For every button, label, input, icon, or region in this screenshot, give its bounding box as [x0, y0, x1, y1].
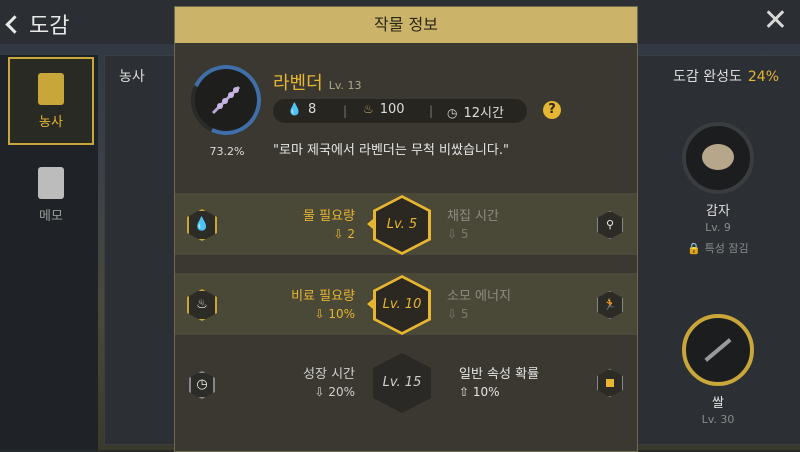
trait-value-text: 2: [347, 227, 355, 241]
trait-value-text: 20%: [328, 385, 355, 399]
back-button[interactable]: 도감: [5, 8, 70, 40]
trait-row-growth[interactable]: ◷ 성장 시간 ⇩ 20% Lv. 15 일반 속성 확률 ⇧ 10%: [175, 351, 637, 413]
fertilizer-stat: ♨ 100: [363, 102, 405, 117]
lock-text: 특성 잠김: [704, 242, 749, 255]
crop-card-potato[interactable]: 감자 Lv. 9 🔒 특성 잠김: [653, 122, 783, 256]
close-button[interactable]: ✕: [763, 6, 788, 36]
level-hex: Lv. 10: [373, 275, 431, 335]
trait-right-value-text: 10%: [472, 385, 500, 399]
panel-title: 농사: [119, 69, 145, 85]
trait-right-label: 채집 시간: [447, 209, 499, 224]
crop-level: Lv. 30: [701, 413, 735, 426]
grow-time-value: 12시간: [463, 106, 504, 121]
water-drop-icon: 💧: [287, 102, 302, 116]
trait-row-fertilizer[interactable]: ♨ 비료 필요량 ⇩ 10% Lv. 10 소모 에너지 ⇩ 5 🏃: [175, 273, 637, 335]
trait-label: 물 필요량: [303, 209, 355, 224]
trait-right-label: 소모 에너지: [447, 289, 511, 304]
harvest-tool-icon: ⚲: [597, 211, 623, 239]
level-hex: Lv. 5: [373, 195, 431, 255]
trait-right-value-text: 5: [460, 227, 469, 241]
sidebar-item-memo[interactable]: 메모: [8, 153, 94, 241]
lock-status: 🔒 특성 잠김: [653, 240, 783, 256]
crop-name: 라벤더: [273, 73, 323, 94]
completion-value: 24%: [747, 69, 779, 85]
collection-panel: 도감 완성도 24% 감자 Lv. 9 🔒 특성 잠김 쌀 Lv. 30: [636, 55, 800, 445]
lock-icon: 🔒: [687, 242, 702, 255]
completion-header: 도감 완성도 24%: [673, 66, 779, 86]
modal-title: 작물 정보: [175, 7, 637, 43]
trait-value: ⇩ 2: [333, 227, 355, 241]
sidebar-item-label: 농사: [39, 115, 63, 130]
crop-info-modal: 작물 정보 73.2% 라벤더 Lv. 13 💧 8 | ♨ 100 | ◷ 12시간 …: [174, 6, 638, 452]
level-label: Lv. 15: [382, 375, 422, 390]
trait-right-label: 일반 속성 확률: [459, 367, 540, 382]
trait-right-value: ⇧ 10%: [459, 385, 500, 399]
crop-stats-bar: 💧 8 | ♨ 100 | ◷ 12시간: [273, 99, 527, 123]
completion-label: 도감 완성도: [673, 69, 742, 85]
trait-row-water[interactable]: 💧 물 필요량 ⇩ 2 Lv. 5 채집 시간 ⇩ 5 ⚲: [175, 193, 637, 255]
level-label: Lv. 5: [386, 217, 418, 232]
divider: |: [429, 104, 434, 118]
crop-level: Lv. 13: [328, 79, 362, 92]
level-label: Lv. 10: [382, 297, 422, 312]
crop-portrait: [181, 55, 271, 145]
fertilizer-icon: ♨: [363, 102, 374, 116]
trait-label: 성장 시간: [303, 367, 355, 382]
trait-label: 비료 필요량: [291, 289, 355, 304]
clock-icon: ◷: [189, 371, 215, 399]
rice-icon: [682, 314, 754, 386]
crop-description: "로마 제국에서 라벤더는 무척 비쌌습니다.": [273, 143, 509, 158]
memo-icon: [38, 167, 64, 199]
crop-name: 감자: [706, 204, 730, 219]
running-person-icon: 🏃: [597, 291, 623, 319]
trait-value: ⇩ 10%: [314, 307, 355, 321]
water-drop-icon: 💧: [187, 209, 217, 241]
help-button[interactable]: ?: [543, 101, 561, 119]
sidebar-item-label: 메모: [39, 209, 63, 224]
trait-right-value: ⇩ 5: [447, 307, 469, 321]
crop-level: Lv. 9: [705, 221, 731, 234]
chevron-left-icon: [5, 15, 24, 34]
back-label: 도감: [29, 14, 70, 39]
trait-right-value: ⇩ 5: [447, 227, 469, 241]
fertilizer-value: 100: [379, 102, 405, 117]
water-stat: 💧 8: [287, 102, 316, 117]
crop-title: 라벤더 Lv. 13: [273, 69, 361, 95]
sidebar-item-farming[interactable]: 농사: [8, 57, 94, 145]
level-hex: Lv. 15: [373, 353, 431, 413]
trait-right-value-text: 5: [460, 307, 469, 321]
trait-value: ⇩ 20%: [314, 385, 355, 399]
grow-time-stat: ◷ 12시간: [447, 102, 504, 121]
book-icon: [38, 73, 64, 105]
crop-info-header: 73.2% 라벤더 Lv. 13 💧 8 | ♨ 100 | ◷ 12시간 ? "로마 …: [175, 43, 637, 167]
potato-icon: [682, 122, 754, 194]
divider: |: [343, 104, 348, 118]
farming-panel: 농사: [104, 55, 178, 445]
crop-card-rice[interactable]: 쌀 Lv. 30: [653, 314, 783, 426]
trait-value-text: 10%: [328, 307, 355, 321]
water-value: 8: [307, 102, 317, 117]
sidebar: 농사 메모: [0, 55, 98, 450]
clock-icon: ◷: [447, 106, 458, 120]
collection-progress: 73.2%: [209, 145, 245, 158]
fertilizer-icon: ♨: [187, 289, 217, 321]
square-attribute-icon: [597, 369, 623, 397]
crop-name: 쌀: [712, 396, 724, 411]
